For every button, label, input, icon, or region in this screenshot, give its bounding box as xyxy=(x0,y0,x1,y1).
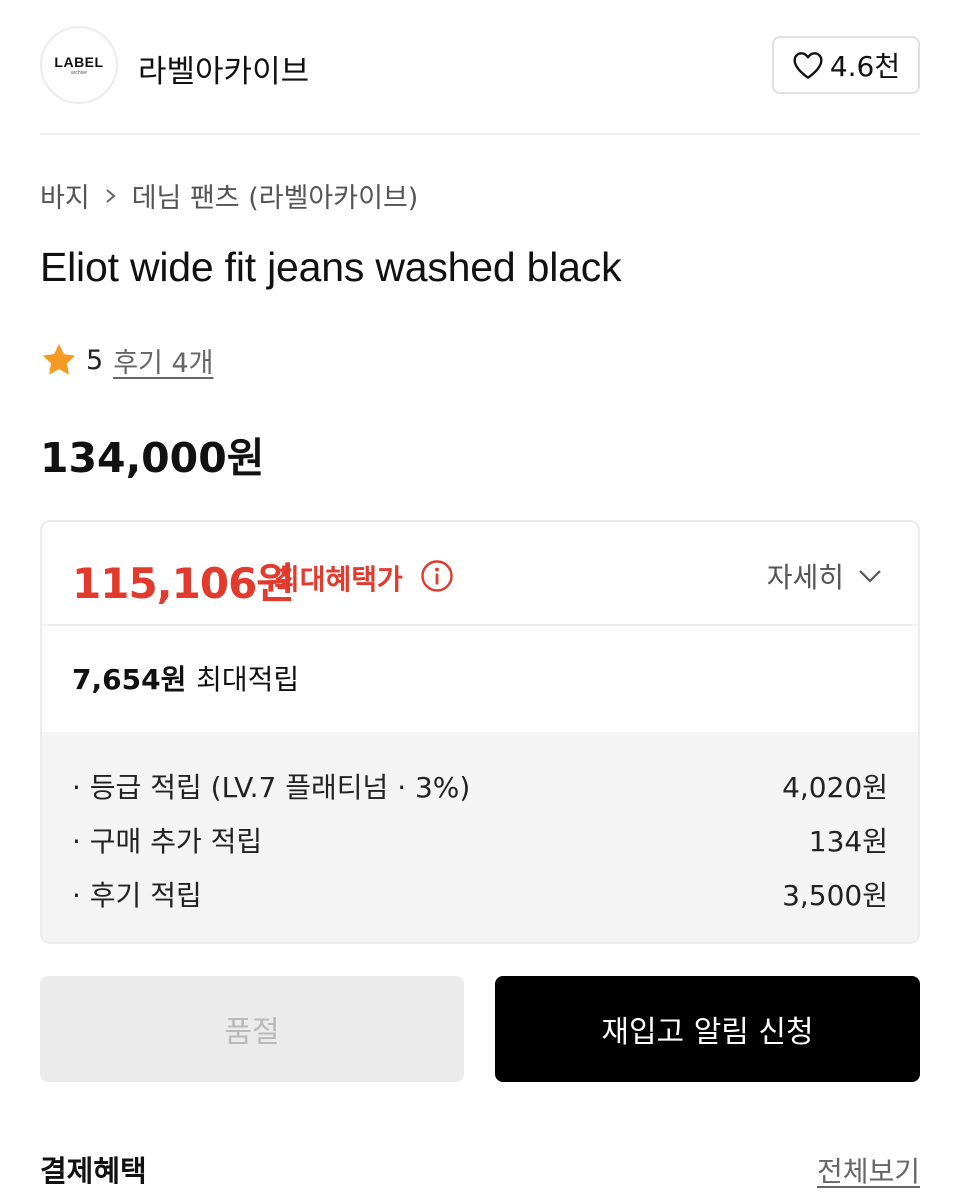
info-icon[interactable] xyxy=(420,559,454,593)
detail-toggle[interactable]: 자세히 xyxy=(767,556,882,596)
review-link[interactable]: 후기 4개 xyxy=(113,341,213,380)
like-count: 4.6천 xyxy=(829,50,901,83)
max-benefit-row: 115,106원 최대혜택가 자세히 xyxy=(42,522,918,626)
max-points-amount: 7,654원 xyxy=(72,663,187,696)
points-item-value: 134원 xyxy=(808,825,888,858)
detail-toggle-label: 자세히 xyxy=(766,561,844,594)
points-item-label: · 등급 적립 (LV.7 플래티넘 · 3%) xyxy=(72,771,471,804)
product-title: Eliot wide fit jeans washed black xyxy=(40,244,622,290)
points-breakdown: · 등급 적립 (LV.7 플래티넘 · 3%) 4,020원 · 구매 추가 … xyxy=(42,732,918,942)
max-points-row: 7,654원 최대적립 xyxy=(42,628,918,732)
payment-benefit-title: 결제혜택 xyxy=(40,1154,147,1188)
breadcrumb-category[interactable]: 바지 xyxy=(40,176,90,215)
brand-header: LABEL archive 라벨아카이브 4.6천 xyxy=(40,24,920,108)
points-item-label: · 구매 추가 적립 xyxy=(72,825,263,858)
rating: 5 후기 4개 xyxy=(40,340,213,380)
max-points: 7,654원 최대적립 xyxy=(72,658,299,698)
points-item: · 등급 적립 (LV.7 플래티넘 · 3%) 4,020원 xyxy=(72,766,888,806)
rating-score: 5 xyxy=(86,344,104,376)
restock-alert-button[interactable]: 재입고 알림 신청 xyxy=(495,976,920,1082)
header-divider xyxy=(40,133,920,135)
points-item: · 구매 추가 적립 134원 xyxy=(72,820,888,860)
points-item-label: · 후기 적립 xyxy=(72,879,202,912)
points-item: · 후기 적립 3,500원 xyxy=(72,874,888,914)
star-icon xyxy=(42,343,76,375)
brand-name[interactable]: 라벨아카이브 xyxy=(138,46,309,91)
brand-logo-text: LABEL xyxy=(54,53,104,70)
breadcrumb: 바지 데님 팬츠 (라벨아카이브) xyxy=(40,176,418,215)
heart-icon xyxy=(793,52,823,79)
max-benefit-label: 최대혜택가 xyxy=(274,563,403,596)
soldout-button[interactable]: 품절 xyxy=(40,976,464,1082)
points-item-value: 4,020원 xyxy=(782,771,888,804)
chevron-right-icon xyxy=(106,188,116,203)
view-all-link[interactable]: 전체보기 xyxy=(817,1150,920,1190)
brand-logo-subtext: archive xyxy=(70,69,88,76)
benefit-box: 115,106원 최대혜택가 자세히 7,654원 최대적립 · 등급 적립 (… xyxy=(40,520,920,944)
points-item-value: 3,500원 xyxy=(782,879,888,912)
brand-logo[interactable]: LABEL archive xyxy=(40,26,118,104)
breadcrumb-subcategory[interactable]: 데님 팬츠 (라벨아카이브) xyxy=(132,176,419,215)
max-benefit-price: 115,106원 xyxy=(72,559,295,608)
product-price: 134,000원 xyxy=(40,434,265,482)
max-points-label: 최대적립 xyxy=(196,663,300,696)
like-button[interactable]: 4.6천 xyxy=(772,36,920,94)
chevron-down-icon xyxy=(859,570,881,583)
